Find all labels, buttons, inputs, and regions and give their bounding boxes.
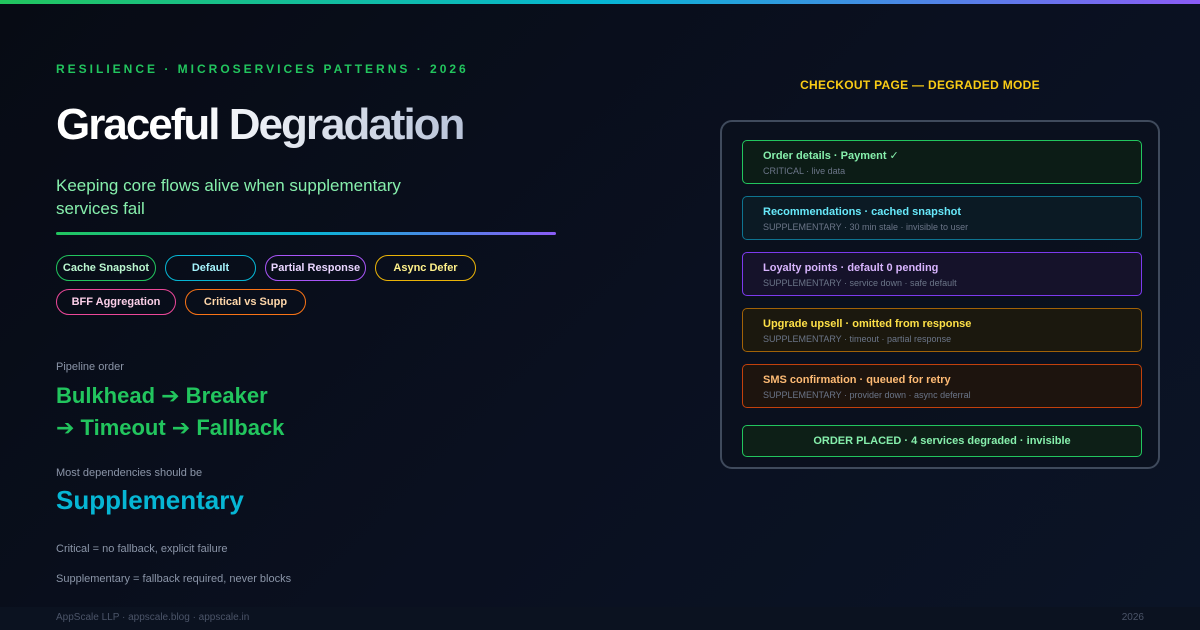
pipeline-label: Pipeline order [56, 361, 124, 373]
row-title: SMS confirmation · queued for retry [763, 374, 951, 386]
dependencies-value: Supplementary [56, 485, 244, 515]
row-subtitle: SUPPLEMENTARY · provider down · async de… [763, 390, 971, 400]
gradient-divider [56, 232, 556, 235]
row-recommendations: Recommendations · cached snapshot SUPPLE… [742, 196, 1142, 240]
note-supplementary: Supplementary = fallback required, never… [56, 573, 292, 585]
pill-critical-vs-supp: Critical vs Supp [185, 289, 306, 315]
row-loyalty-points: Loyalty points · default 0 pending SUPPL… [742, 252, 1142, 296]
footer-credits: AppScale LLP · appscale.blog · appscale.… [56, 612, 250, 623]
checkout-panel: Order details · Payment ✓ CRITICAL · liv… [720, 120, 1160, 469]
row-title: Recommendations · cached snapshot [763, 206, 962, 218]
row-upgrade-upsell: Upgrade upsell · omitted from response S… [742, 308, 1142, 352]
row-title: Order details · Payment ✓ [763, 150, 899, 162]
row-title: Loyalty points · default 0 pending [763, 262, 939, 274]
pill-default: Default [165, 255, 256, 281]
row-subtitle: SUPPLEMENTARY · service down · safe defa… [763, 278, 957, 288]
row-title: Upgrade upsell · omitted from response [763, 318, 972, 330]
note-critical: Critical = no fallback, explicit failure [56, 543, 228, 555]
pill-partial-response: Partial Response [265, 255, 366, 281]
page-subtitle: Keeping core flows alive when supplement… [56, 176, 401, 218]
pipeline-order: Bulkhead ➔ Breaker ➔ Timeout ➔ Fallback [56, 380, 284, 444]
eyebrow-text: RESILIENCE · MICROSERVICES PATTERNS · 20… [56, 62, 469, 76]
page-title: Graceful Degradation [56, 100, 465, 149]
pipeline-line-1: Bulkhead ➔ Breaker [56, 383, 268, 408]
row-subtitle: CRITICAL · live data [763, 166, 846, 176]
row-sms-confirmation: SMS confirmation · queued for retry SUPP… [742, 364, 1142, 408]
pipeline-line-2: ➔ Timeout ➔ Fallback [56, 415, 285, 440]
top-gradient-bar [0, 0, 1200, 4]
order-placed-status: ORDER PLACED · 4 services degraded · inv… [742, 425, 1142, 457]
row-subtitle: SUPPLEMENTARY · timeout · partial respon… [763, 334, 952, 344]
footer: AppScale LLP · appscale.blog · appscale.… [0, 607, 1200, 630]
checkout-panel-title: CHECKOUT PAGE — DEGRADED MODE [800, 78, 1040, 92]
pill-async-defer: Async Defer [375, 255, 476, 281]
pill-bff-aggregation: BFF Aggregation [56, 289, 176, 315]
dependencies-label: Most dependencies should be [56, 467, 203, 479]
footer-year: 2026 [1121, 612, 1144, 623]
row-subtitle: SUPPLEMENTARY · 30 min stale · invisible… [763, 222, 969, 232]
row-order-details: Order details · Payment ✓ CRITICAL · liv… [742, 140, 1142, 184]
pill-cache-snapshot: Cache Snapshot [56, 255, 156, 281]
